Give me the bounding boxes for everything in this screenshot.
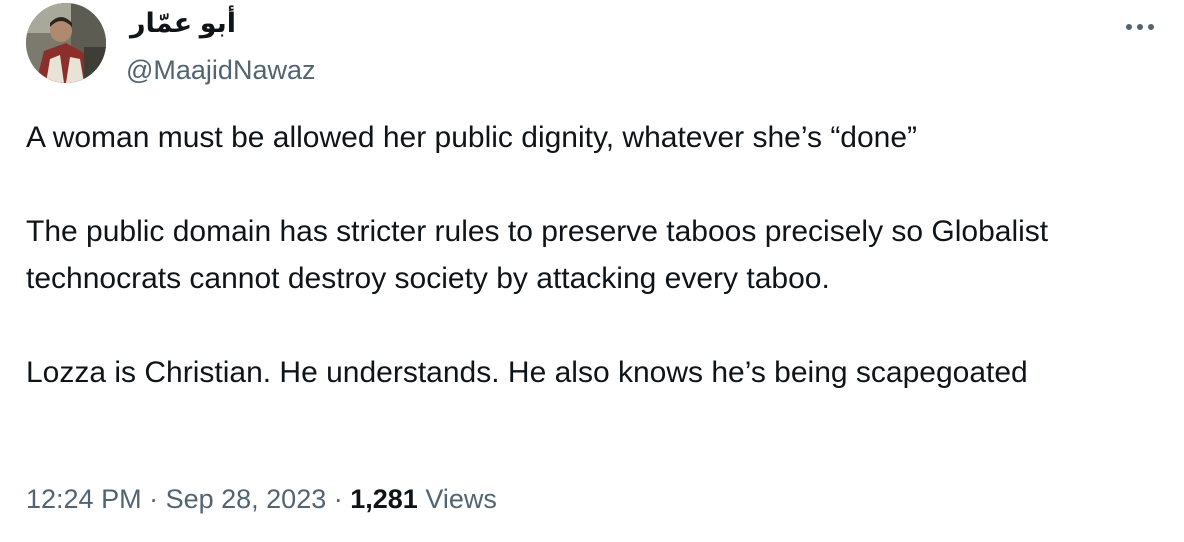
more-options-button[interactable]	[1118, 12, 1162, 42]
views-count: 1,281	[350, 484, 418, 514]
tweet-paragraph: A woman must be allowed her public digni…	[26, 121, 918, 154]
tweet-time: 12:24 PM	[26, 484, 142, 514]
more-dots-icon	[1126, 24, 1154, 30]
author-display-name[interactable]: أبو عمّار	[130, 6, 315, 40]
meta-separator: ·	[326, 484, 351, 514]
meta-separator: ·	[141, 484, 166, 514]
tweet-paragraph: Lozza is Christian. He understands. He a…	[26, 356, 1028, 389]
tweet-metadata: 12:24 PM · Sep 28, 2023 · 1,281 Views	[26, 482, 497, 516]
author-names: أبو عمّار @MaajidNawaz	[126, 6, 315, 87]
tweet-card: أبو عمّار @MaajidNawaz A woman must be a…	[0, 0, 1184, 542]
views-label: Views	[425, 484, 497, 514]
author-handle[interactable]: @MaajidNawaz	[126, 53, 315, 87]
tweet-date: Sep 28, 2023	[165, 484, 327, 514]
author-avatar[interactable]	[26, 3, 106, 83]
tweet-paragraph: The public domain has stricter rules to …	[26, 215, 1057, 295]
tweet-text: A woman must be allowed her public digni…	[26, 114, 1156, 396]
avatar-photo-icon	[26, 3, 106, 83]
tweet-time-link[interactable]: 12:24 PM · Sep 28, 2023	[26, 484, 326, 514]
